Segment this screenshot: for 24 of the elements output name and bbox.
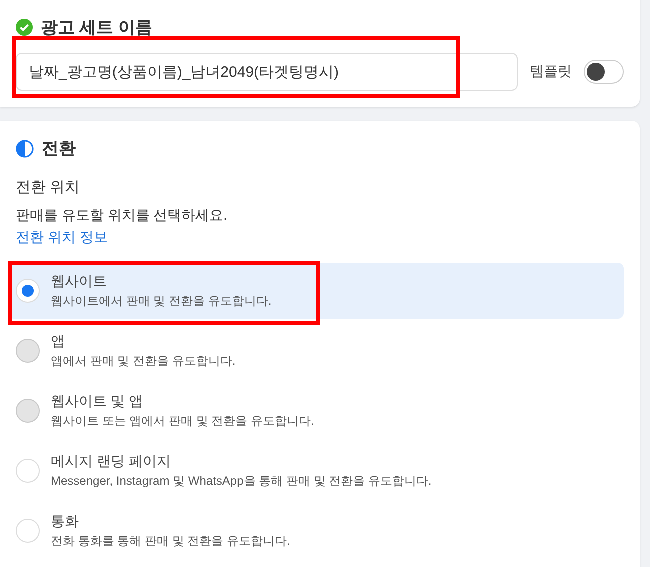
section-title: 광고 세트 이름 [41, 17, 152, 39]
conversion-option[interactable]: 통화 전화 통화를 통해 판매 및 전환을 유도합니다. [8, 503, 624, 559]
option-description: 앱에서 판매 및 전환을 유도합니다. [51, 352, 236, 370]
option-label: 앱 [51, 332, 66, 350]
option-description: 웹사이트 또는 앱에서 판매 및 전환을 유도합니다. [51, 412, 314, 430]
conversion-option[interactable]: 메시지 랜딩 페이지 Messenger, Instagram 및 WhatsApp을 통해 판매 및 전환을 유도합니다. [8, 443, 624, 499]
ad-set-name-field[interactable]: 날짜_광고명(상품이름)_남녀2049(타겟팅명시) [16, 53, 518, 91]
option-label: 메시지 랜딩 페이지 [51, 452, 172, 470]
section-title: 전환 [42, 138, 76, 160]
location-info-link[interactable]: 전환 위치 정보 [16, 229, 108, 247]
location-title: 전환 위치 [16, 178, 82, 197]
option-description: Messenger, Instagram 및 WhatsApp을 통해 판매 및 전환을 유도합니다. [51, 472, 432, 490]
option-label: 통화 [51, 512, 80, 530]
location-description: 판매를 유도할 위치를 선택하세요. [16, 207, 229, 225]
half-circle-icon [16, 140, 34, 158]
radio-button[interactable] [16, 519, 40, 543]
radio-button[interactable] [16, 279, 40, 303]
option-description: 전화 통화를 통해 판매 및 전환을 유도합니다. [51, 532, 290, 550]
option-description: 웹사이트에서 판매 및 전환을 유도합니다. [51, 292, 272, 310]
option-label: 웹사이트 및 앱 [51, 392, 144, 410]
template-toggle[interactable] [584, 60, 624, 84]
option-label: 웹사이트 [51, 272, 108, 290]
radio-button[interactable] [16, 459, 40, 483]
template-label: 템플릿 [530, 63, 572, 81]
